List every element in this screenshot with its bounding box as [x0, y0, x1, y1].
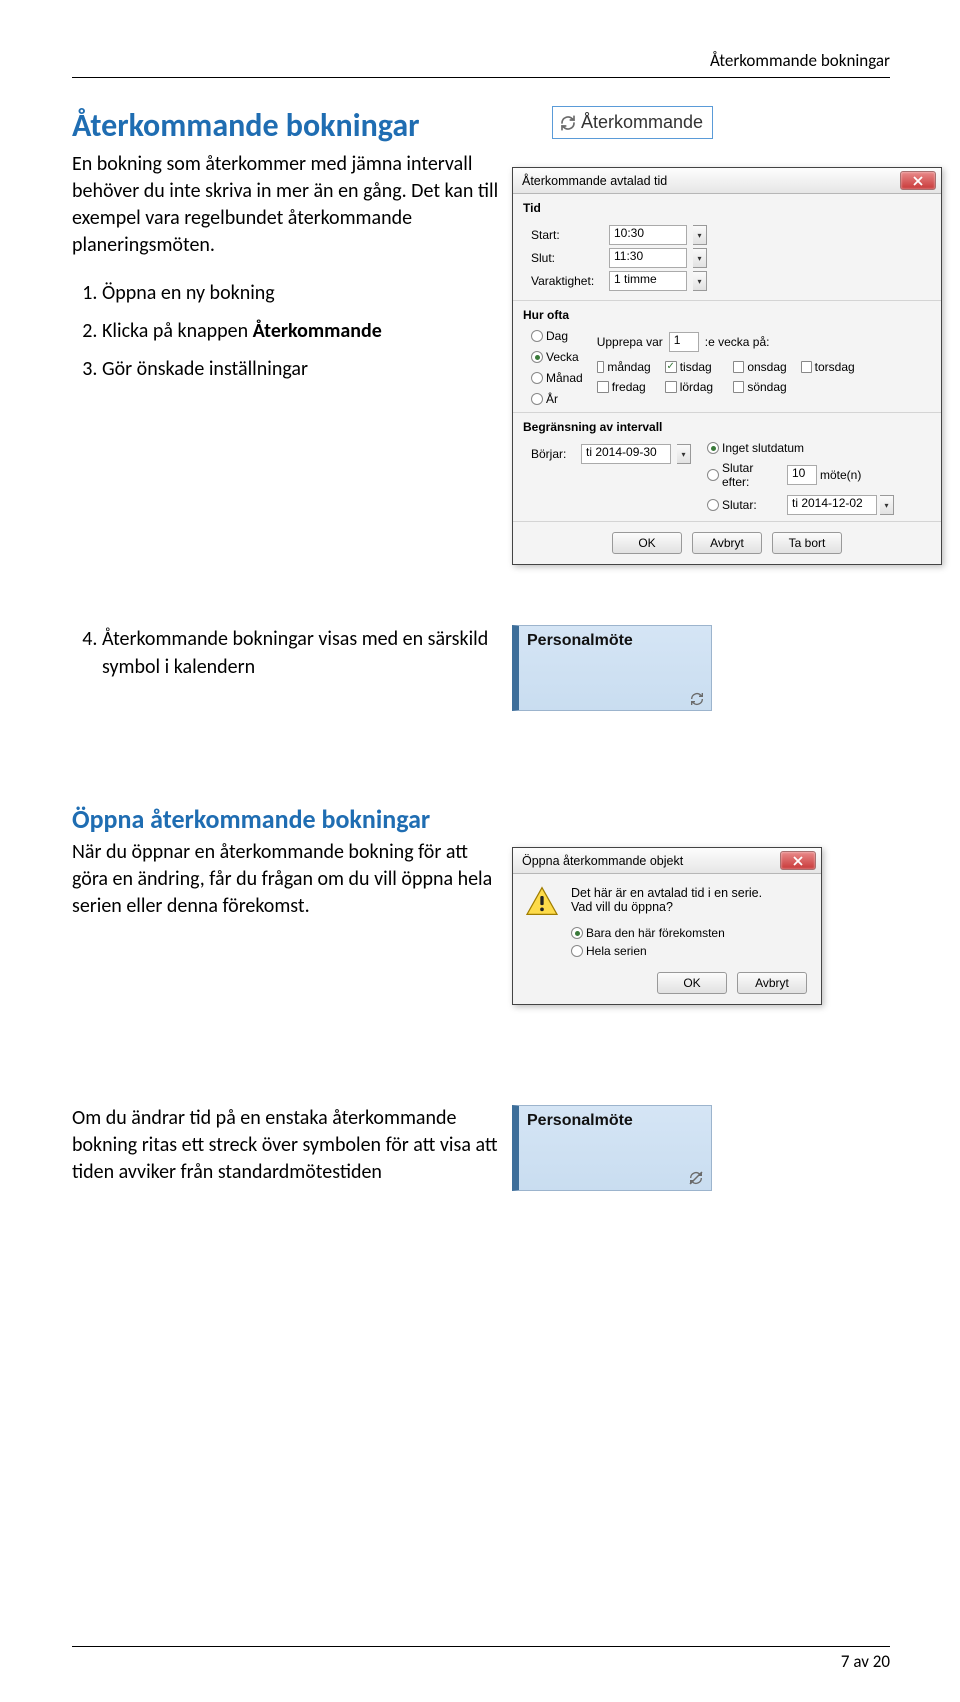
upprepa-pre: Upprepa var — [597, 335, 663, 349]
remove-button[interactable]: Ta bort — [772, 532, 842, 554]
lbl-tor: torsdag — [815, 360, 855, 374]
slutar-input[interactable]: ti 2014-12-02 — [787, 495, 877, 515]
recurring-ribbon-button[interactable]: Återkommande — [552, 106, 713, 139]
footer-rule — [72, 1646, 890, 1647]
calendar-tile-exception[interactable]: Personalmöte — [512, 1105, 712, 1191]
chk-tis[interactable] — [665, 361, 677, 373]
steps-list: Öppna en ny bokning Klicka på knappen Åt… — [72, 279, 502, 383]
recurring-button-label: Återkommande — [581, 112, 703, 133]
borjar-input[interactable]: ti 2014-09-30 — [581, 444, 671, 464]
dialog-title: Återkommande avtalad tid — [522, 174, 667, 188]
intro-paragraph: En bokning som återkommer med jämna inte… — [72, 151, 502, 259]
dur-caret[interactable]: ▾ — [693, 271, 707, 291]
lbl-nolimit: Inget slutdatum — [722, 441, 804, 455]
chk-mon[interactable] — [597, 361, 605, 373]
chk-lor[interactable] — [665, 381, 677, 393]
radio-series[interactable] — [571, 945, 583, 957]
upprepa-post: :e vecka på: — [705, 335, 770, 349]
lbl-son: söndag — [747, 380, 786, 394]
chk-son[interactable] — [733, 381, 745, 393]
section-open-heading: Öppna återkommande bokningar — [72, 803, 890, 835]
lbl-ons: onsdag — [747, 360, 786, 374]
radio-vecka[interactable] — [531, 351, 543, 363]
borjar-label: Börjar: — [531, 447, 575, 461]
dialog-msg-1: Det här är en avtalad tid i en serie. — [571, 886, 762, 900]
radio-occurrence[interactable] — [571, 927, 583, 939]
calendar-tile-recurring[interactable]: Personalmöte — [512, 625, 712, 711]
radio-efter[interactable] — [707, 469, 719, 481]
open-recurring-dialog: Öppna återkommande objekt Det här är e — [512, 847, 822, 1005]
close-button[interactable] — [780, 851, 816, 870]
group-tid: Tid — [513, 194, 941, 220]
label-manad: Månad — [546, 371, 583, 385]
recurrence-dialog: Återkommande avtalad tid Tid Start: 10:3… — [512, 167, 942, 565]
chk-fre[interactable] — [597, 381, 609, 393]
lbl-slutar: Slutar: — [722, 498, 784, 512]
step-2-bold: Återkommande — [253, 319, 382, 343]
calendar-event-title: Personalmöte — [527, 1112, 705, 1130]
lbl-efter-unit: möte(n) — [820, 468, 861, 482]
radio-dag[interactable] — [531, 330, 543, 342]
recurring-icon — [559, 114, 577, 132]
opt-series: Hela serien — [586, 944, 647, 958]
label-ar: År — [546, 392, 558, 406]
slutar-caret[interactable]: ▾ — [880, 495, 894, 515]
close-button[interactable] — [900, 171, 936, 190]
warning-icon — [525, 886, 559, 916]
start-caret[interactable]: ▾ — [693, 225, 707, 245]
dialog-title: Öppna återkommande objekt — [522, 854, 683, 868]
section-open-para: När du öppnar en återkommande bokning fö… — [72, 839, 502, 920]
close-icon — [913, 176, 923, 186]
running-header: Återkommande bokningar — [72, 50, 890, 71]
radio-slutar[interactable] — [707, 499, 719, 511]
dur-label: Varaktighet: — [531, 274, 603, 288]
efter-input[interactable]: 10 — [787, 465, 817, 485]
borjar-caret[interactable]: ▾ — [677, 444, 691, 464]
cancel-button[interactable]: Avbryt — [692, 532, 762, 554]
close-icon — [793, 856, 803, 866]
group-begransning: Begränsning av intervall — [513, 413, 941, 439]
radio-ar[interactable] — [531, 393, 543, 405]
dur-input[interactable]: 1 timme — [609, 271, 687, 291]
chk-ons[interactable] — [733, 361, 745, 373]
lbl-fre: fredag — [612, 380, 646, 394]
lbl-efter: Slutar efter: — [722, 461, 784, 489]
chk-tor[interactable] — [801, 361, 812, 373]
start-input[interactable]: 10:30 — [609, 225, 687, 245]
step-4: Återkommande bokningar visas med en särs… — [102, 625, 502, 681]
slut-label: Slut: — [531, 251, 603, 265]
lbl-tis: tisdag — [680, 360, 712, 374]
ok-button[interactable]: OK — [612, 532, 682, 554]
step-2-pre: Klicka på knappen — [102, 319, 253, 343]
step-3: Gör önskade inställningar — [102, 355, 502, 383]
opt-occurrence: Bara den här förekomsten — [586, 926, 725, 940]
dialog-msg-2: Vad vill du öppna? — [571, 900, 762, 914]
label-dag: Dag — [546, 329, 568, 343]
slut-input[interactable]: 11:30 — [609, 248, 687, 268]
radio-nolimit[interactable] — [707, 442, 719, 454]
section-exception-para: Om du ändrar tid på en enstaka återkomma… — [72, 1105, 502, 1186]
step-1: Öppna en ny bokning — [102, 279, 502, 307]
group-hurofta: Hur ofta — [513, 301, 941, 327]
cancel-button[interactable]: Avbryt — [737, 972, 807, 994]
calendar-event-title: Personalmöte — [527, 632, 705, 650]
start-label: Start: — [531, 228, 603, 242]
label-vecka: Vecka — [546, 350, 579, 364]
lbl-mon: måndag — [607, 360, 650, 374]
recurring-icon — [689, 691, 705, 707]
repeat-every-input[interactable]: 1 — [669, 332, 699, 352]
header-rule — [72, 77, 890, 78]
lbl-lor: lördag — [680, 380, 713, 394]
radio-manad[interactable] — [531, 372, 543, 384]
page-title: Återkommande bokningar — [72, 106, 502, 145]
page-number: 7 av 20 — [72, 1651, 890, 1672]
recurring-exception-icon — [688, 1170, 705, 1187]
slut-caret[interactable]: ▾ — [693, 248, 707, 268]
ok-button[interactable]: OK — [657, 972, 727, 994]
step-2: Klicka på knappen Återkommande — [102, 317, 502, 345]
